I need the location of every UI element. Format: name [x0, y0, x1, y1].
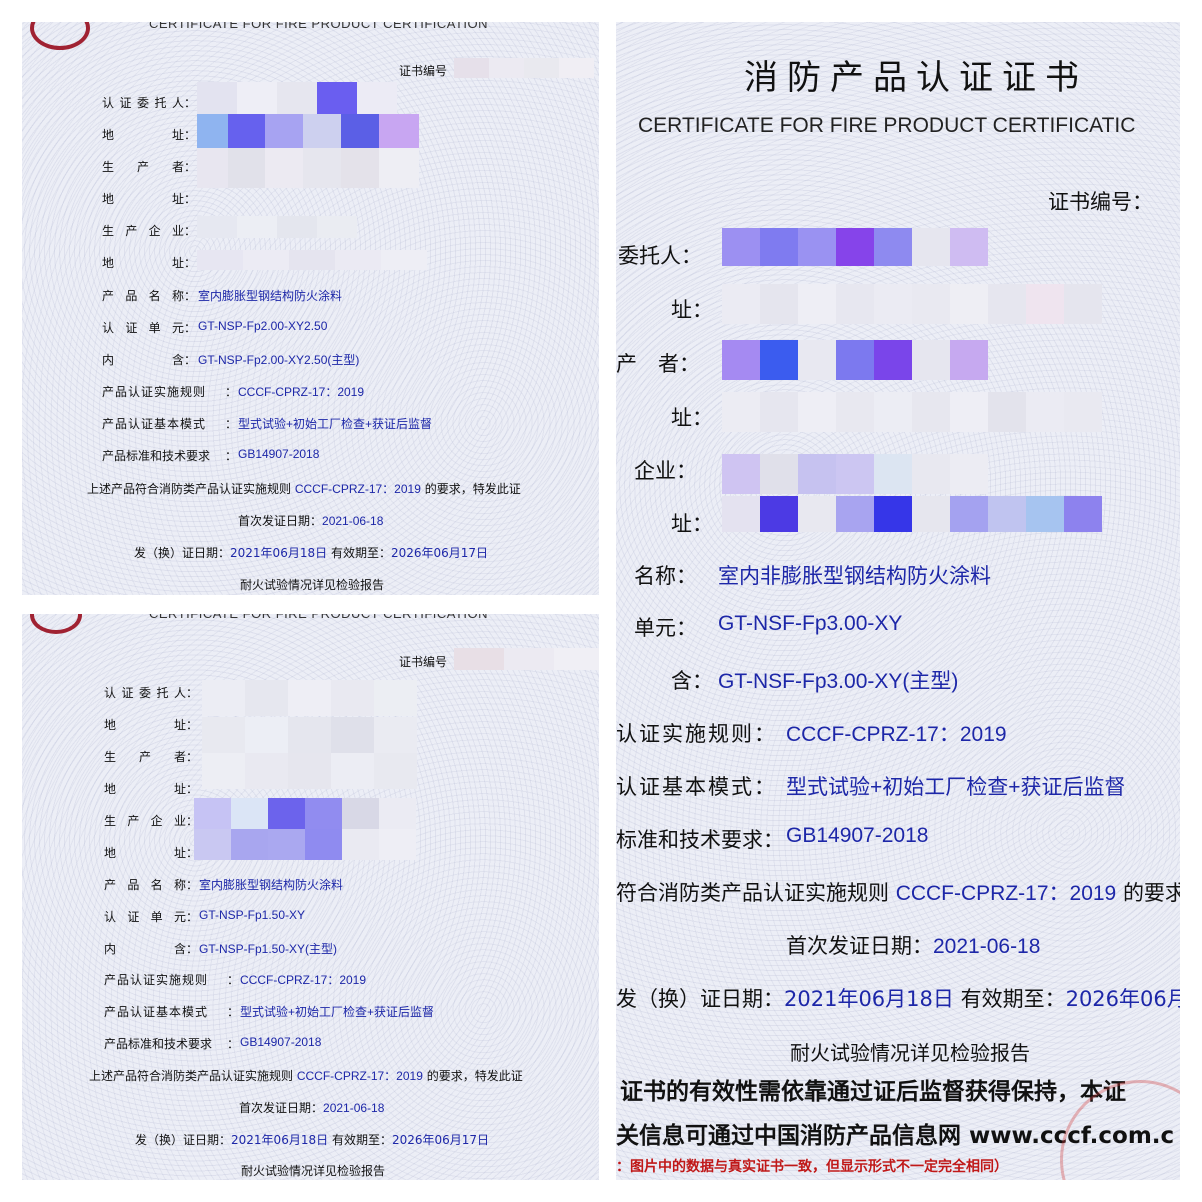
- redacted-address: [722, 284, 1102, 324]
- product-name-label: 名称：: [634, 564, 697, 588]
- contains-value: GT-NSP-Fp1.50-XY(主型): [199, 942, 338, 956]
- redacted-producer-address: [722, 392, 1102, 432]
- redacted-factory-address: [722, 496, 1102, 532]
- redacted-client-address: [202, 680, 417, 790]
- client-label: 认证委托人: [104, 686, 186, 700]
- cert-unit-label: 认证单元: [104, 910, 186, 924]
- standard-label: 产品标准和技术要求: [104, 1037, 213, 1051]
- mode-value: 型式试验+初始工厂检查+获证后监督: [786, 776, 1126, 799]
- mode-value: 型式试验+初始工厂检查+获证后监督: [238, 417, 433, 431]
- producer-address-label: 址：: [671, 406, 713, 430]
- cert-number-label: 证书编号: [399, 655, 448, 669]
- cert-unit-value: GT-NSP-Fp1.50-XY: [199, 908, 306, 922]
- address-label: 地址: [104, 718, 186, 732]
- contains-value: GT-NSP-Fp2.00-XY2.50(主型): [198, 353, 360, 367]
- product-name-label: 产品名称: [104, 878, 186, 892]
- address-label: 址：: [671, 298, 713, 322]
- contains-value: GT-NSF-Fp3.00-XY(主型): [718, 670, 959, 693]
- client-label: 委托人：: [618, 244, 702, 268]
- first-issue-date: 首次发证日期：2021-06-18: [786, 934, 1041, 958]
- product-name-value: 室内非膨胀型钢结构防火涂料: [718, 565, 991, 588]
- redacted-cert-number: [454, 58, 594, 78]
- producer-label: 产 者：: [616, 352, 700, 376]
- test-report-note: 耐火试验情况详见检验报告: [240, 578, 385, 592]
- redacted-cert-number: [454, 648, 599, 670]
- issue-and-validity: 发（换）证日期：2021年06月18日 有效期至：2026年06月: [616, 987, 1180, 1011]
- standard-value: GB14907-2018: [238, 447, 320, 461]
- address-label: 地址: [102, 128, 184, 142]
- cert-unit-label: 认证单元: [102, 321, 184, 335]
- factory-address-label: 址：: [671, 512, 713, 536]
- certificate-panel-1: CERTIFICATE FOR FIRE PRODUCT CERTIFICATI…: [22, 22, 599, 595]
- redacted-factory: [194, 798, 416, 860]
- contains-label: 内含: [102, 353, 184, 367]
- redacted-address: [197, 114, 419, 148]
- rule-value: CCCF-CPRZ-17：2019: [240, 973, 367, 987]
- rule-value: CCCF-CPRZ-17：2019: [238, 385, 365, 399]
- mode-label: 产品认证基本模式: [104, 1005, 209, 1019]
- certificate-chinese-title: 消防产品认证证书: [744, 58, 1088, 98]
- certificate-english-title: CERTIFICATE FOR FIRE PRODUCT CERTIFICATI…: [149, 22, 489, 31]
- certificate-panel-2: CERTIFICATE FOR FIRE PRODUCT CERTIFICATI…: [22, 614, 599, 1180]
- mode-value: 型式试验+初始工厂检查+获证后监督: [240, 1005, 435, 1019]
- test-report-note: 耐火试验情况详见检验报告: [241, 1164, 386, 1178]
- product-name-value: 室内膨胀型钢结构防火涂料: [198, 289, 343, 303]
- producer-label: 生产者: [102, 160, 184, 174]
- redacted-client: [197, 82, 397, 116]
- rule-label: 产品认证实施规则: [104, 973, 209, 987]
- cert-unit-value: GT-NSF-Fp3.00-XY: [718, 612, 903, 635]
- issue-and-validity: 发（换）证日期：2021年06月18日 有效期至：2026年06月17日: [135, 1133, 490, 1147]
- mode-label: 产品认证基本模式: [102, 417, 207, 431]
- rule-label: 产品认证实施规则: [102, 385, 207, 399]
- redacted-producer: [197, 148, 419, 188]
- rule-label: 认证实施规则：: [616, 722, 777, 746]
- factory-label: 生产企业: [104, 814, 186, 828]
- redacted-client: [722, 228, 988, 266]
- certificate-panel-zoomed: 消防产品认证证书 CERTIFICATE FOR FIRE PRODUCT CE…: [616, 22, 1180, 1180]
- first-issue-date: 首次发证日期：2021-06-18: [238, 514, 384, 528]
- certification-logo-icon: [30, 614, 82, 634]
- standard-value: GB14907-2018: [240, 1035, 322, 1049]
- producer-address-label: 地址: [102, 192, 184, 206]
- standard-value: GB14907-2018: [786, 824, 929, 847]
- standard-label: 标准和技术要求：: [616, 828, 784, 852]
- standard-label: 产品标准和技术要求: [102, 449, 211, 463]
- certification-logo-icon: [30, 22, 90, 50]
- conformity-statement: 上述产品符合消防类产品认证实施规则 CCCF-CPRZ-17：2019 的要求，…: [87, 482, 521, 496]
- cert-unit-value: GT-NSP-Fp2.00-XY2.50: [198, 319, 328, 333]
- test-report-note: 耐火试验情况详见检验报告: [790, 1041, 1030, 1065]
- rule-value: CCCF-CPRZ-17：2019: [786, 723, 1007, 746]
- contains-label: 内含: [104, 942, 186, 956]
- certificate-english-title: CERTIFICATE FOR FIRE PRODUCT CERTIFICATI…: [149, 614, 488, 621]
- cert-unit-label: 单元：: [634, 616, 697, 640]
- redacted-producer: [722, 340, 988, 380]
- mode-label: 认证基本模式：: [616, 775, 777, 799]
- contains-label: 含：: [671, 669, 713, 693]
- factory-label: 企业：: [634, 459, 697, 483]
- product-name-label: 产品名称: [102, 289, 184, 303]
- conformity-statement: 上述产品符合消防类产品认证实施规则 CCCF-CPRZ-17：2019 的要求，…: [89, 1069, 523, 1083]
- certificate-english-title: CERTIFICATE FOR FIRE PRODUCT CERTIFICATI…: [638, 114, 1136, 137]
- cert-number-label: 证书编号：: [1048, 190, 1153, 214]
- disclaimer-notice: ：图片中的数据与真实证书一致，但显示形式不一定完全相同）: [616, 1159, 1008, 1175]
- first-issue-date: 首次发证日期：2021-06-18: [239, 1101, 385, 1115]
- redacted-factory: [722, 454, 988, 494]
- factory-label: 生产企业: [102, 224, 184, 238]
- validity-statement: 证书的有效性需依靠通过证后监督获得保持，本证: [620, 1079, 1126, 1105]
- cert-number-label: 证书编号: [399, 64, 448, 78]
- issue-and-validity: 发（换）证日期：2021年06月18日 有效期至：2026年06月17日: [134, 546, 489, 560]
- producer-label: 生产者: [104, 750, 186, 764]
- client-label: 认证委托人: [102, 96, 184, 110]
- redacted-factory-address: [197, 250, 427, 270]
- redacted-factory: [197, 216, 357, 238]
- factory-address-label: 地址: [102, 256, 184, 270]
- product-name-value: 室内膨胀型钢结构防火涂料: [199, 878, 344, 892]
- conformity-statement: 符合消防类产品认证实施规则 CCCF-CPRZ-17：2019 的要求: [616, 881, 1180, 905]
- factory-address-label: 地址: [104, 846, 186, 860]
- producer-address-label: 地址: [104, 782, 186, 796]
